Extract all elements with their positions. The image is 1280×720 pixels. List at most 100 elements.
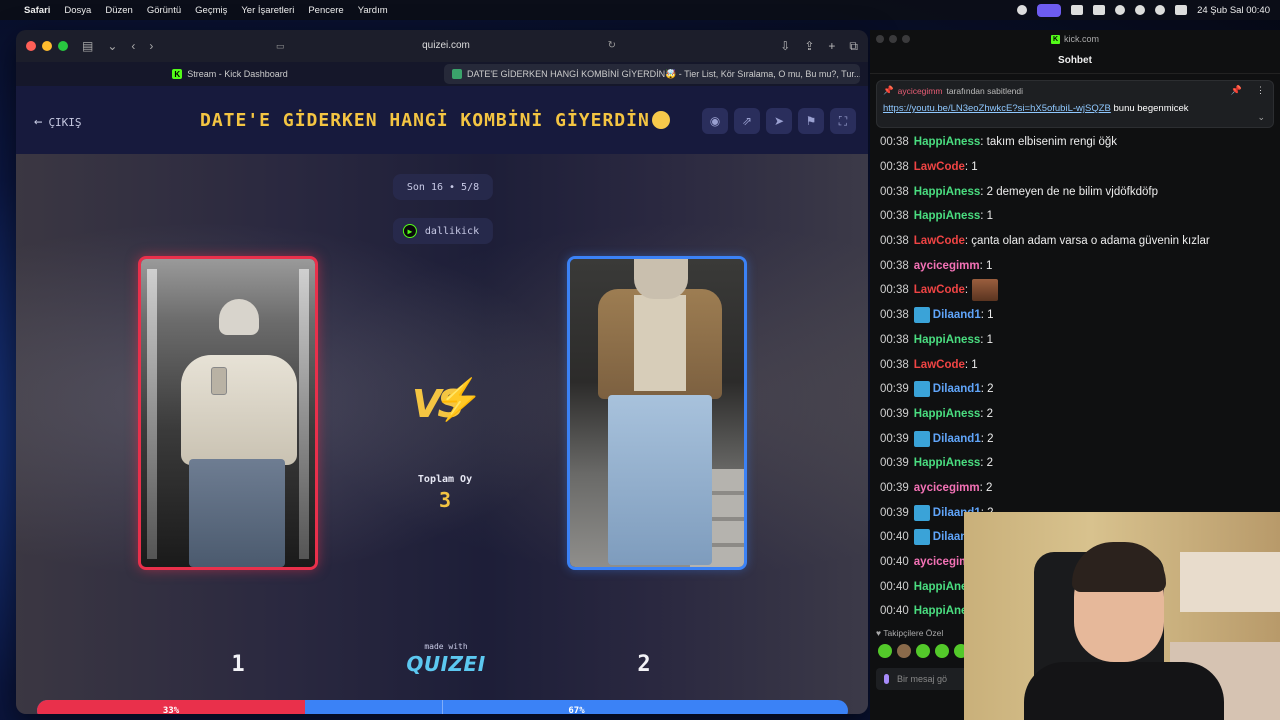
- message-username[interactable]: Dilaand1: [933, 433, 981, 445]
- total-votes-label: Toplam Oy: [417, 474, 473, 485]
- exit-button[interactable]: ← ÇIKIŞ: [34, 114, 82, 130]
- message-time: 00:38: [880, 185, 909, 198]
- menubar-clock[interactable]: 24 Şub Sal 00:40: [1197, 5, 1270, 16]
- message-username[interactable]: HappiAness: [914, 457, 980, 469]
- vote-percent-left: 33%: [162, 705, 180, 715]
- message-username[interactable]: LawCode: [914, 235, 965, 247]
- message-username[interactable]: HappiAness: [914, 210, 980, 222]
- control-center-icon[interactable]: [1175, 5, 1188, 15]
- menu-window[interactable]: Pencere: [308, 5, 343, 16]
- webcam-overlay: [964, 512, 1280, 720]
- message-username[interactable]: aycicegimm: [914, 260, 980, 272]
- mic-icon[interactable]: [884, 674, 889, 684]
- message-username[interactable]: HappiAness: [914, 408, 980, 420]
- message-time: 00:38: [880, 235, 909, 248]
- message-text: : 1: [980, 333, 994, 346]
- streamer-badge: ▶ dallikick: [392, 218, 494, 244]
- message-time: 00:39: [880, 506, 909, 519]
- download-icon[interactable]: ⇩: [780, 39, 790, 53]
- fullscreen-icon[interactable]: ⛶: [830, 108, 856, 134]
- message-username[interactable]: aycicegimm: [914, 482, 980, 494]
- pinned-message[interactable]: 📌 aycicegimm tarafından sabitlendi https…: [876, 80, 1274, 128]
- wifi-icon[interactable]: [1093, 5, 1106, 15]
- status-area: 24 Şub Sal 00:40: [1017, 3, 1270, 17]
- unpin-icon[interactable]: 📌: [1231, 85, 1242, 96]
- menu-bookmarks[interactable]: Yer İşaretleri: [241, 5, 294, 16]
- forward-icon[interactable]: ›: [149, 39, 153, 53]
- toolbar-actions: ⇩ ⇪ + ⧉: [780, 30, 858, 62]
- message-text: : 1: [980, 309, 994, 322]
- send-icon[interactable]: ➤: [766, 108, 792, 134]
- emote-icon[interactable]: [897, 644, 911, 658]
- vote-percent-right: 67%: [568, 705, 585, 715]
- message-username[interactable]: Dilaand1: [933, 309, 981, 321]
- share-icon[interactable]: ⇪: [804, 39, 814, 53]
- tab-quizei[interactable]: DATE'E GİDERKEN HANGİ KOMBİNİ GİYERDİN🤯 …: [444, 64, 860, 84]
- minimize-window-button[interactable]: [889, 35, 897, 43]
- message-username[interactable]: LawCode: [914, 284, 965, 296]
- pinned-link[interactable]: https://youtu.be/LN3eoZhwkcE?si=hX5ofubi…: [883, 103, 1111, 114]
- message-time: 00:38: [880, 210, 909, 223]
- option-card-left[interactable]: [138, 256, 318, 570]
- emote-icon[interactable]: [916, 644, 930, 658]
- back-icon[interactable]: ‹: [131, 39, 135, 53]
- status-app-icon[interactable]: [1017, 5, 1028, 15]
- new-tab-icon[interactable]: +: [828, 39, 835, 53]
- message-text: : 1: [964, 358, 978, 371]
- menu-history[interactable]: Geçmiş: [195, 5, 227, 16]
- tab-overview-icon[interactable]: ⧉: [849, 39, 858, 54]
- screen-record-icon[interactable]: [1037, 3, 1062, 17]
- streamer-name: dallikick: [424, 225, 480, 237]
- message-username[interactable]: HappiAness: [914, 334, 980, 346]
- message-time: 00:38: [880, 161, 909, 174]
- chat-input[interactable]: Bir mesaj gö: [876, 668, 970, 690]
- page-settings-icon[interactable]: ▭: [276, 36, 285, 56]
- play-icon[interactable]: [1115, 5, 1126, 15]
- close-window-button[interactable]: [26, 41, 36, 51]
- chat-message: 00:39 Dilaand1: 2: [880, 377, 1276, 402]
- chevron-down-icon[interactable]: ⌄: [1257, 112, 1265, 123]
- sidebar-icon[interactable]: ▤: [82, 39, 93, 53]
- menu-edit[interactable]: Düzen: [105, 5, 132, 16]
- zoom-window-button[interactable]: [58, 41, 68, 51]
- message-username[interactable]: LawCode: [914, 359, 965, 371]
- chevron-down-icon[interactable]: ⌄: [107, 39, 117, 53]
- shelf: [1180, 552, 1280, 612]
- menu-view[interactable]: Görüntü: [147, 5, 181, 16]
- flag-icon[interactable]: ⚑: [798, 108, 824, 134]
- message-username[interactable]: LawCode: [914, 161, 965, 173]
- close-window-button[interactable]: [876, 35, 884, 43]
- menu-file[interactable]: Dosya: [64, 5, 91, 16]
- subscriber-badge-icon: [913, 381, 930, 398]
- vote-progress-bar: 33% 67%: [37, 700, 848, 714]
- option-card-right[interactable]: [567, 256, 747, 570]
- menu-app-name[interactable]: Safari: [24, 5, 50, 16]
- zoom-window-button[interactable]: [902, 35, 910, 43]
- user-icon[interactable]: [1155, 5, 1166, 15]
- message-username[interactable]: Dilaand1: [933, 383, 981, 395]
- battery-icon[interactable]: [1071, 5, 1084, 15]
- minimize-window-button[interactable]: [42, 41, 52, 51]
- message-time: 00:39: [880, 383, 909, 396]
- search-icon[interactable]: [1135, 5, 1146, 15]
- share-icon[interactable]: ⇗: [734, 108, 760, 134]
- message-text: : çanta olan adam varsa o adama güvenin …: [964, 235, 1210, 248]
- streamer-shirt: [1024, 662, 1224, 720]
- chat-message: 00:38 HappiAness: 1: [880, 328, 1276, 353]
- message-username[interactable]: HappiAness: [914, 186, 980, 198]
- chat-message: 00:38 Dilaand1: 1: [880, 303, 1276, 328]
- pinned-suffix: bunu begenmicek: [1113, 103, 1189, 114]
- pinned-by-user[interactable]: aycicegimm: [898, 86, 943, 96]
- quizei-logo[interactable]: QUIZEI: [406, 652, 486, 676]
- message-username[interactable]: HappiAness: [914, 136, 980, 148]
- kick-favicon-icon: K: [172, 69, 183, 79]
- reload-icon[interactable]: ↻: [608, 36, 616, 56]
- address-bar[interactable]: ▭ quizei.com ↻: [276, 36, 616, 56]
- tab-kick-dashboard[interactable]: K Stream - Kick Dashboard: [20, 64, 440, 84]
- emote-icon[interactable]: [935, 644, 949, 658]
- more-options-icon[interactable]: ⋮: [1256, 85, 1265, 96]
- eye-icon[interactable]: ◉: [702, 108, 728, 134]
- emote-icon[interactable]: [878, 644, 892, 658]
- message-text: : 2 demeyen de ne bilim vjdöfkdöfp: [980, 185, 1158, 198]
- menu-help[interactable]: Yardım: [358, 5, 388, 16]
